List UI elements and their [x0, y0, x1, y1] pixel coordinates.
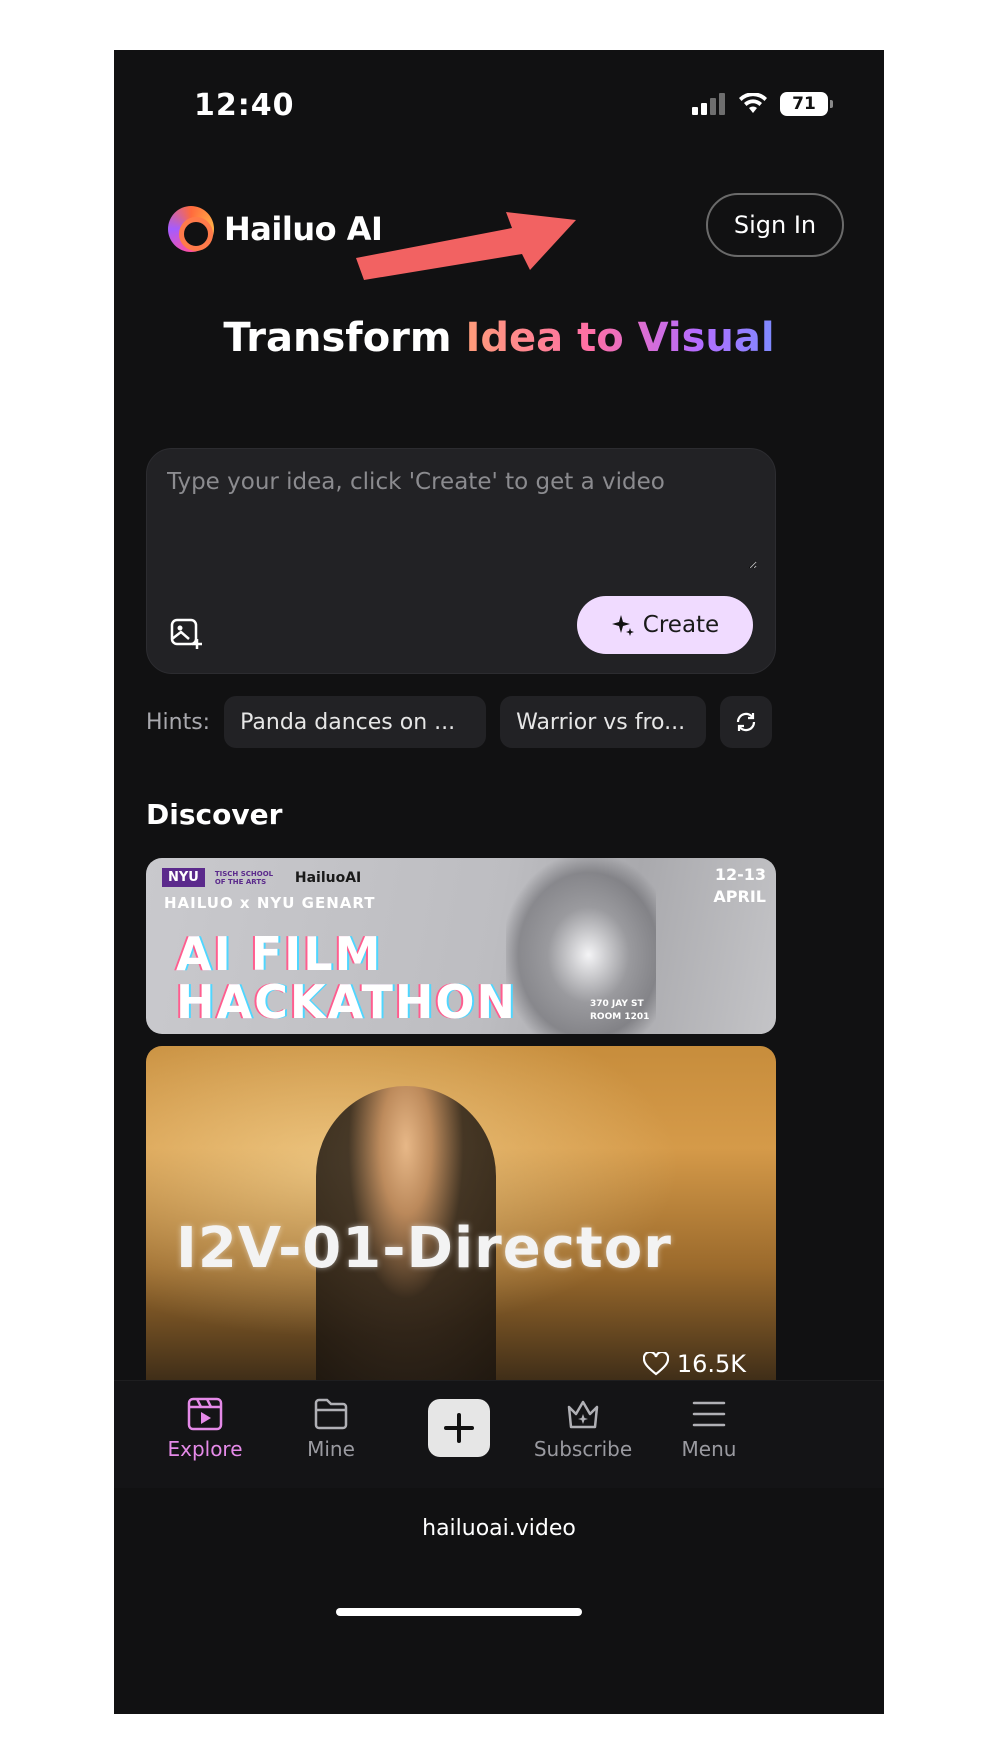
home-indicator[interactable]	[336, 1608, 582, 1616]
hamburger-menu-icon	[692, 1401, 726, 1427]
url-text[interactable]: hailuoai.video	[114, 1516, 884, 1541]
banner-address: 370 JAY ST ROOM 1201	[590, 998, 649, 1024]
hailuo-logo-icon	[168, 206, 214, 252]
tab-subscribe[interactable]: Subscribe	[528, 1397, 638, 1461]
status-time: 12:40	[194, 88, 295, 123]
folder-icon	[314, 1398, 348, 1430]
banner-title-line2: HACKATHON	[176, 975, 518, 1029]
nyu-school: TISCH SCHOOL OF THE ARTS	[214, 869, 274, 886]
banner-subtitle: HAILUO x NYU GENART	[164, 894, 376, 912]
image-upload-icon[interactable]	[169, 617, 203, 651]
hint-chip[interactable]: Warrior vs fro...	[500, 696, 707, 748]
discover-title: Discover	[146, 798, 283, 831]
banner-title: AI FILM HACKATHON	[176, 930, 517, 1026]
banner-address-room: ROOM 1201	[590, 1012, 650, 1022]
tab-subscribe-label: Subscribe	[533, 1437, 633, 1461]
prompt-box: Create	[146, 448, 776, 674]
status-icons: 71	[692, 92, 833, 116]
create-button-label: Create	[642, 612, 720, 638]
status-bar: 12:40 71	[114, 50, 884, 160]
phone-screen: 12:40 71 Hailuo AI Sign In Transform Ide…	[114, 50, 884, 1714]
headline-gradient: Idea to Visual	[465, 315, 775, 361]
video-card[interactable]: I2V-01-Director 16.5K	[146, 1046, 776, 1386]
hero-headline: Transform Idea to Visual	[114, 315, 884, 361]
hackathon-banner[interactable]: NYU TISCH SCHOOL OF THE ARTS HailuoAI HA…	[146, 858, 776, 1034]
tab-explore[interactable]: Explore	[150, 1397, 260, 1461]
crown-icon	[567, 1400, 599, 1429]
tab-menu[interactable]: Menu	[654, 1397, 764, 1461]
browser-url-bar: hailuoai.video	[114, 1488, 884, 1714]
plus-icon	[444, 1413, 474, 1443]
create-button[interactable]: Create	[577, 596, 753, 654]
nyu-logo: NYU	[162, 868, 205, 887]
tab-mine-label: Mine	[307, 1437, 355, 1461]
banner-title-line1: AI FILM	[176, 927, 383, 981]
heart-icon	[642, 1352, 669, 1376]
video-overlay-text: I2V-01-Director	[176, 1216, 672, 1281]
banner-logos: NYU TISCH SCHOOL OF THE ARTS HailuoAI	[162, 868, 361, 887]
explore-icon	[187, 1397, 223, 1431]
banner-address-street: 370 JAY ST	[590, 999, 644, 1009]
sign-in-button[interactable]: Sign In	[706, 193, 844, 257]
hints-label: Hints:	[146, 709, 211, 735]
tab-mine[interactable]: Mine	[276, 1397, 386, 1461]
idea-input[interactable]	[167, 469, 757, 569]
banner-date: 12-13 APRIL	[713, 864, 766, 908]
banner-date-days: 12-13	[714, 865, 766, 884]
refresh-hints-button[interactable]	[720, 696, 773, 748]
bottom-tab-bar: Explore Mine Subscribe Menu	[114, 1380, 884, 1488]
hint-chip[interactable]: Panda dances on ...	[224, 696, 487, 748]
banner-partner: HailuoAI	[294, 869, 362, 886]
tab-explore-label: Explore	[167, 1437, 243, 1461]
add-create-button[interactable]	[428, 1399, 490, 1457]
signal-icon	[692, 93, 725, 115]
wifi-icon	[739, 93, 767, 113]
like-count-value: 16.5K	[676, 1350, 746, 1378]
annotation-arrow-icon	[356, 212, 576, 280]
banner-date-month: APRIL	[713, 887, 766, 906]
tab-menu-label: Menu	[681, 1437, 737, 1461]
hints-row: Hints: Panda dances on ... Warrior vs fr…	[146, 696, 776, 748]
refresh-icon	[737, 712, 756, 732]
sparkle-icon	[611, 615, 634, 636]
headline-plain: Transform	[223, 315, 452, 361]
like-count[interactable]: 16.5K	[642, 1350, 746, 1378]
brand-logo[interactable]: Hailuo AI	[168, 206, 383, 252]
battery-icon: 71	[780, 92, 833, 116]
